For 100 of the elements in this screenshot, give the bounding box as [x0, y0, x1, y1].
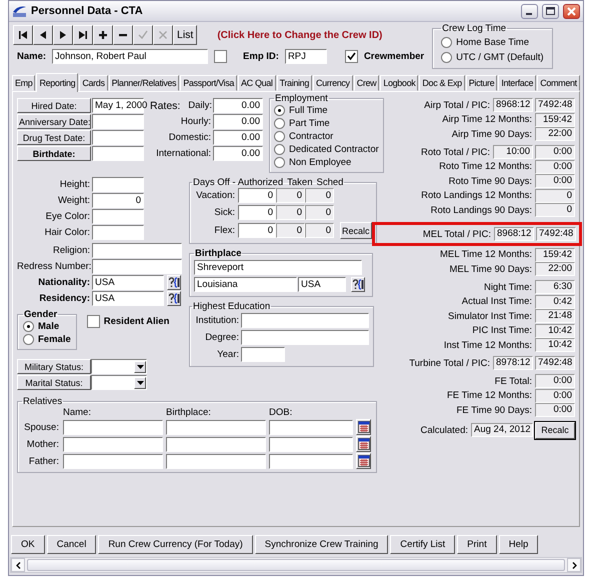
tab[interactable]: Passport/Visa: [180, 75, 238, 91]
scroll-right-button[interactable]: [567, 558, 581, 572]
text-field[interactable]: 0: [276, 205, 305, 220]
text-field[interactable]: [166, 454, 266, 468]
text-field[interactable]: [63, 436, 163, 452]
text-field[interactable]: [92, 177, 144, 192]
text-field[interactable]: 0.00: [213, 130, 263, 145]
text-field[interactable]: 0: [276, 188, 305, 203]
action-button[interactable]: Certify List: [390, 535, 456, 554]
tab[interactable]: Currency: [312, 75, 353, 91]
text-field[interactable]: [92, 209, 144, 224]
text-field[interactable]: Shreveport: [194, 260, 362, 275]
recalc-button[interactable]: Recalc: [535, 422, 575, 438]
radio-button[interactable]: [23, 334, 34, 345]
radio-button[interactable]: [23, 321, 34, 332]
action-button[interactable]: Synchronize Crew Training: [254, 535, 388, 554]
text-field[interactable]: [63, 454, 163, 468]
change-crew-id-link[interactable]: (Click Here to Change the Crew ID): [217, 30, 382, 40]
text-field[interactable]: [166, 436, 266, 452]
text-field[interactable]: 0: [238, 188, 276, 203]
radio-button[interactable]: [441, 37, 452, 48]
checkbox[interactable]: [86, 315, 100, 328]
lookup-button[interactable]: [167, 275, 181, 290]
text-field[interactable]: [269, 436, 353, 452]
radio-button[interactable]: [274, 131, 285, 142]
text-field[interactable]: [92, 114, 144, 129]
radio-button[interactable]: [274, 157, 285, 168]
toolbar-button[interactable]: [113, 25, 133, 45]
recalc-button[interactable]: Recalc: [340, 222, 372, 239]
action-button[interactable]: OK: [11, 535, 45, 554]
tab[interactable]: Reporting: [36, 73, 78, 92]
text-field[interactable]: Louisiana: [194, 277, 297, 292]
list-button[interactable]: List: [173, 25, 198, 45]
tab[interactable]: Picture: [466, 75, 498, 91]
text-field[interactable]: Johnson, Robert Paul: [52, 49, 208, 64]
dropdown[interactable]: [91, 359, 147, 374]
tab[interactable]: Comment: [537, 75, 580, 91]
text-field[interactable]: 0: [305, 188, 334, 203]
action-button[interactable]: Help: [498, 535, 538, 554]
field-button[interactable]: Marital Status:: [17, 375, 91, 390]
text-field[interactable]: USA: [92, 275, 164, 290]
tab[interactable]: Logbook: [380, 75, 418, 91]
checkbox[interactable]: [344, 50, 358, 63]
minimize-button[interactable]: [521, 4, 538, 18]
text-field[interactable]: USA: [92, 291, 164, 306]
tab[interactable]: Planner/Relatives: [108, 75, 180, 91]
toolbar-button[interactable]: [33, 25, 53, 45]
text-field[interactable]: 0.00: [213, 98, 263, 113]
lookup-button[interactable]: [167, 291, 181, 306]
tab[interactable]: Cards: [79, 75, 108, 91]
text-field[interactable]: USA: [298, 277, 346, 292]
text-field[interactable]: [92, 259, 182, 274]
toolbar-button[interactable]: [13, 25, 33, 45]
tab[interactable]: Doc & Exp: [419, 75, 465, 91]
radio-button[interactable]: [441, 52, 452, 63]
text-field[interactable]: [92, 130, 144, 145]
text-field[interactable]: 0: [305, 205, 334, 220]
date-button[interactable]: Birthdate:: [17, 146, 91, 161]
toolbar-button[interactable]: [53, 25, 73, 45]
text-field[interactable]: [92, 243, 182, 258]
radio-button[interactable]: [274, 144, 285, 155]
calendar-button[interactable]: [356, 453, 371, 469]
dropdown[interactable]: [91, 375, 147, 390]
text-field[interactable]: [92, 146, 144, 161]
tab[interactable]: Interface: [498, 75, 536, 91]
action-button[interactable]: Cancel: [46, 535, 96, 554]
tab[interactable]: AC Qual: [238, 75, 276, 91]
scroll-left-button[interactable]: [11, 558, 25, 572]
text-field[interactable]: [166, 420, 266, 434]
toolbar-button[interactable]: [73, 25, 93, 45]
text-field[interactable]: [241, 347, 285, 362]
calendar-button[interactable]: [356, 419, 371, 435]
text-field[interactable]: 0.00: [213, 146, 263, 161]
text-field[interactable]: [269, 420, 353, 434]
text-field[interactable]: [269, 454, 353, 468]
date-button[interactable]: Anniversary Date:: [17, 114, 91, 129]
radio-button[interactable]: [274, 105, 285, 116]
tab[interactable]: Crew: [354, 75, 380, 91]
text-field[interactable]: 0: [276, 223, 305, 238]
radio-button[interactable]: [274, 118, 285, 129]
horizontal-scrollbar[interactable]: [10, 557, 582, 573]
text-field[interactable]: [92, 225, 144, 240]
date-button[interactable]: Drug Test Date:: [17, 130, 91, 145]
toolbar-button[interactable]: [93, 25, 113, 45]
date-button[interactable]: Hired Date:: [17, 98, 91, 113]
text-field[interactable]: 0: [92, 193, 144, 208]
text-field[interactable]: 0: [305, 223, 334, 238]
field-button[interactable]: Military Status:: [17, 359, 91, 374]
calendar-button[interactable]: [356, 436, 371, 452]
text-field[interactable]: [63, 420, 163, 434]
close-button[interactable]: [563, 4, 580, 18]
action-button[interactable]: Print: [457, 535, 497, 554]
checkbox[interactable]: [214, 50, 228, 63]
text-field[interactable]: [241, 330, 369, 345]
scroll-thumb[interactable]: [27, 559, 565, 571]
lookup-button[interactable]: [351, 277, 365, 292]
action-button[interactable]: Run Crew Currency (For Today): [98, 535, 253, 554]
tab[interactable]: Training: [276, 75, 312, 91]
text-field[interactable]: [241, 313, 369, 328]
text-field[interactable]: 0.00: [213, 114, 263, 129]
